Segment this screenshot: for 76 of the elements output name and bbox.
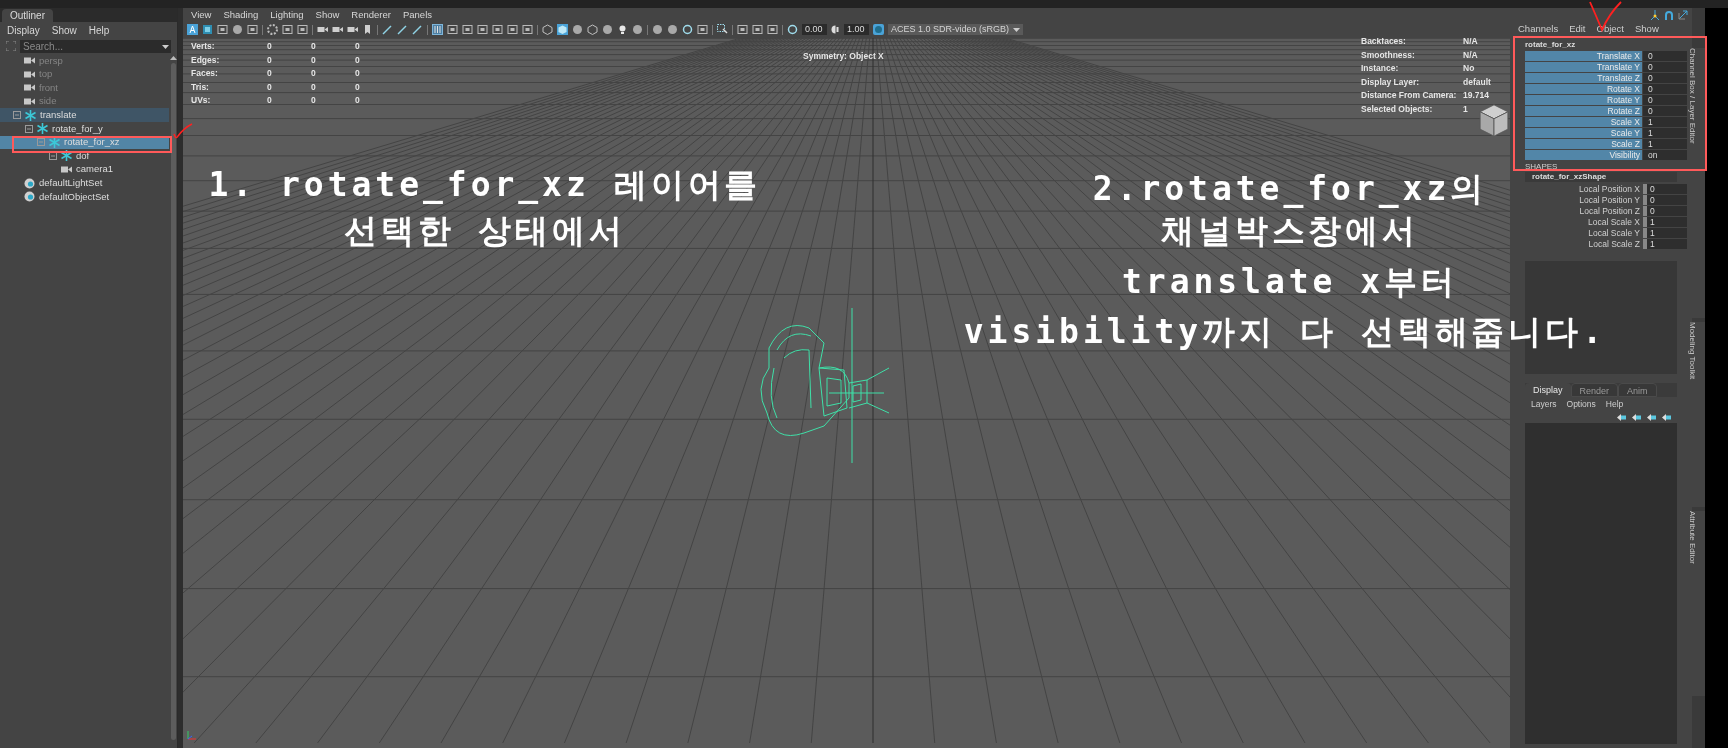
- annotation-text: translate x부터: [1121, 263, 1459, 301]
- hud-value: 0: [311, 40, 317, 54]
- outliner-item[interactable]: rotate_for_y: [0, 121, 169, 136]
- channel-row[interactable]: Local Scale Z 1: [1525, 239, 1687, 249]
- menu-item[interactable]: Show: [1635, 21, 1659, 37]
- layer-tab[interactable]: Anim: [1618, 383, 1657, 397]
- menu-item[interactable]: Show: [315, 8, 340, 23]
- hud-label: UVs:: [191, 94, 212, 108]
- hud-value: 0: [311, 80, 317, 94]
- hud-value: 0: [267, 80, 273, 94]
- hud-value: 0: [267, 67, 273, 81]
- hud-value: 0: [311, 53, 317, 67]
- section-heading: SHAPES: [1524, 161, 1559, 172]
- menu-item[interactable]: Display: [7, 22, 40, 38]
- layer-tab[interactable]: Display: [1525, 383, 1571, 397]
- menu-item[interactable]: Lighting: [270, 8, 304, 23]
- hud-value: 1: [1463, 102, 1468, 116]
- hud-value: 0: [267, 94, 273, 108]
- search-field[interactable]: Search...: [20, 39, 160, 53]
- channel-row[interactable]: Local Position X 0: [1525, 184, 1687, 194]
- hud-value: N/A: [1463, 38, 1478, 49]
- side-tab[interactable]: Attribute Editor: [1692, 511, 1705, 696]
- hud-label: Faces:: [191, 67, 219, 81]
- outliner-item[interactable]: defaultObjectSet: [0, 189, 169, 204]
- color-space-dropdown[interactable]: ACES 1.0 SDR-video (sRGB): [888, 24, 1023, 35]
- hud-value: N/A: [1463, 48, 1478, 62]
- hud-value: 0: [311, 67, 317, 81]
- hud-value: 0: [267, 53, 273, 67]
- annotation-text: 선택한 상태에서: [342, 212, 628, 250]
- hud-value: No: [1463, 62, 1475, 76]
- hud-label: Edges:: [191, 53, 221, 67]
- menu-item[interactable]: Channels: [1518, 21, 1559, 37]
- menu-item[interactable]: Show: [51, 22, 77, 38]
- channel-row[interactable]: Local Scale Y 1: [1525, 228, 1687, 238]
- exposure-field[interactable]: 0.00: [802, 24, 827, 35]
- hud-label: Tris:: [191, 80, 210, 94]
- hud-value: 0: [355, 40, 361, 54]
- shape-name: rotate_for_xzShape: [1525, 172, 1677, 182]
- hud-label: Instance:: [1361, 62, 1400, 76]
- menu-item[interactable]: Options: [1566, 397, 1596, 411]
- object-name: rotate_for_xz: [1524, 39, 1577, 48]
- hud-value: default: [1463, 75, 1491, 89]
- menu-item[interactable]: Layers: [1531, 397, 1557, 411]
- annotation-text: 채널박스창에서: [1159, 212, 1421, 250]
- annotation-text: visibility까지 다 선택해줍니다.: [962, 313, 1608, 351]
- menu-item[interactable]: Shading: [223, 8, 259, 23]
- menu-item[interactable]: Help: [88, 22, 110, 38]
- hud-label: Verts:: [191, 40, 216, 54]
- channel-row[interactable]: Local Position Z 0: [1525, 206, 1687, 216]
- hud-value: 0: [355, 67, 361, 81]
- hud-value: 0: [267, 40, 273, 54]
- menu-item[interactable]: Renderer: [351, 8, 391, 23]
- layer-tab[interactable]: Render: [1570, 383, 1619, 397]
- hud-label: Selected Objects:: [1361, 102, 1434, 116]
- outliner-tab[interactable]: Outliner: [2, 9, 53, 22]
- hud-value: 0: [311, 94, 317, 108]
- menu-item[interactable]: Edit: [1569, 21, 1586, 37]
- gamma-field[interactable]: 1.00: [844, 24, 869, 35]
- annotation-text: 1. rotate_for_xz 레이어를: [207, 166, 763, 204]
- outliner-item[interactable]: defaultLightSet: [0, 176, 169, 190]
- hud-label: Smoothness:: [1361, 48, 1416, 62]
- hud-value: 0: [355, 80, 361, 94]
- menu-item[interactable]: View: [191, 8, 212, 23]
- hud-value: 0: [355, 94, 361, 108]
- hud-label: Backfaces:: [1361, 38, 1407, 49]
- hud-label: Distance From Camera:: [1361, 89, 1458, 103]
- channel-row[interactable]: Local Position Y 0: [1525, 195, 1687, 205]
- menu-item[interactable]: Help: [1605, 397, 1624, 411]
- hud-value: 19.714: [1463, 89, 1489, 103]
- outliner-item[interactable]: camera1: [0, 162, 169, 177]
- menu-item[interactable]: Panels: [402, 8, 432, 23]
- hud-label: Display Layer:: [1361, 75, 1421, 89]
- channel-row[interactable]: Local Scale X 1: [1525, 217, 1687, 227]
- outliner-item[interactable]: translate: [0, 108, 169, 122]
- symmetry-label: Symmetry: Object X: [803, 50, 884, 63]
- hud-value: 0: [355, 53, 361, 67]
